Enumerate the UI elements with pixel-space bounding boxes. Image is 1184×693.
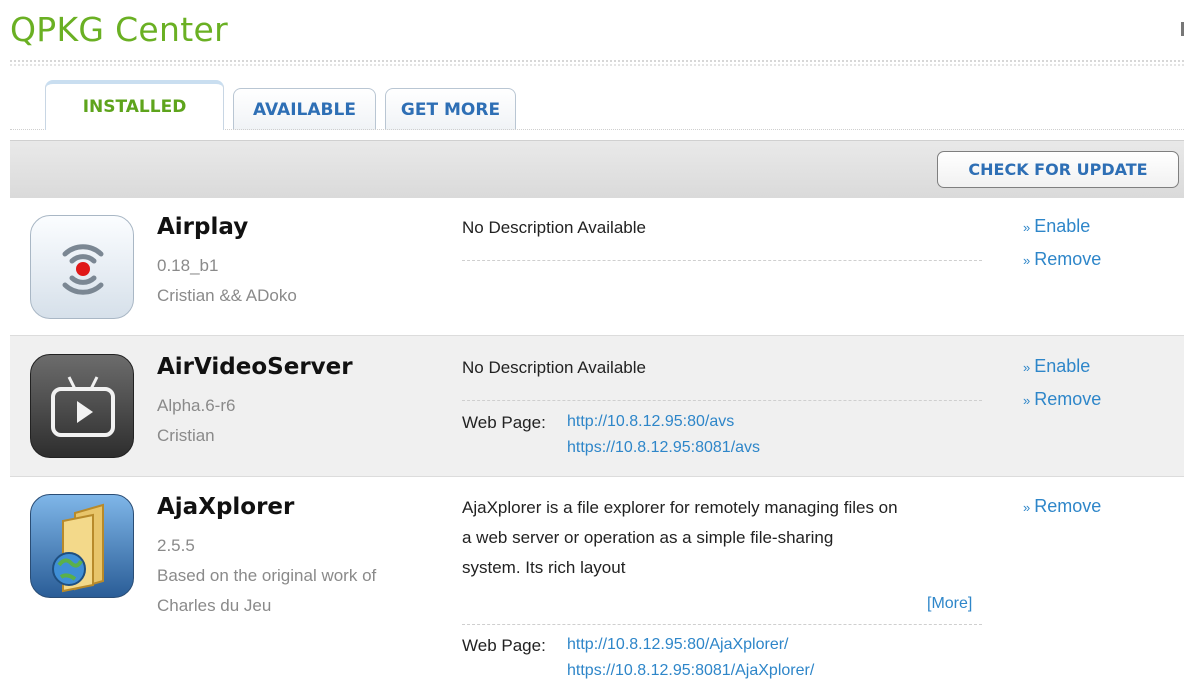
tab-installed[interactable]: INSTALLED <box>45 80 224 130</box>
folder-globe-icon <box>30 494 134 598</box>
app-version: 0.18_b1 <box>157 256 219 275</box>
web-page-link[interactable]: https://10.8.12.95:8081/AjaXplorer/ <box>567 662 814 680</box>
airplay-icon <box>30 215 134 319</box>
remove-link[interactable]: » Remove <box>1023 389 1101 410</box>
web-page-link[interactable]: https://10.8.12.95:8081/avs <box>567 439 760 457</box>
chevron-right-icon: » <box>1023 393 1031 408</box>
description-divider <box>462 624 982 625</box>
app-description: a web server or operation as a simple fi… <box>462 528 834 547</box>
web-page-link[interactable]: http://10.8.12.95:80/avs <box>567 413 734 431</box>
tv-play-icon <box>30 354 134 458</box>
app-description: No Description Available <box>462 358 646 377</box>
app-description: AjaXplorer is a file explorer for remote… <box>462 498 898 517</box>
app-version: Alpha.6-r6 <box>157 396 236 415</box>
page-title: QPKG Center <box>10 10 228 49</box>
tab-get-more[interactable]: GET MORE <box>385 88 516 130</box>
web-page-label: Web Page: <box>462 636 546 655</box>
title-divider <box>10 60 1184 62</box>
app-name: AjaXplorer <box>157 494 295 520</box>
app-name: AirVideoServer <box>157 354 353 380</box>
app-description: No Description Available <box>462 218 646 237</box>
chevron-right-icon: » <box>1023 500 1031 515</box>
tab-available[interactable]: AVAILABLE <box>233 88 376 130</box>
enable-link[interactable]: » Enable <box>1023 216 1090 237</box>
app-author: Based on the original work of <box>157 566 377 585</box>
remove-link[interactable]: » Remove <box>1023 249 1101 270</box>
description-divider <box>462 400 982 401</box>
chevron-right-icon: » <box>1023 253 1031 268</box>
app-version: 2.5.5 <box>157 536 195 555</box>
app-description: system. Its rich layout <box>462 558 626 577</box>
app-name: Airplay <box>157 214 249 240</box>
app-author: Cristian <box>157 426 215 445</box>
chevron-right-icon: » <box>1023 360 1031 375</box>
description-divider <box>462 260 982 261</box>
title-divider-secondary <box>10 64 1184 66</box>
chevron-right-icon: » <box>1023 220 1031 235</box>
app-author: Cristian && ADoko <box>157 286 297 305</box>
web-page-label: Web Page: <box>462 413 546 432</box>
check-for-update-button[interactable]: CHECK FOR UPDATE <box>937 151 1179 188</box>
enable-link[interactable]: » Enable <box>1023 356 1090 377</box>
more-link[interactable]: [More] <box>927 595 972 613</box>
remove-link[interactable]: » Remove <box>1023 496 1101 517</box>
app-author: Charles du Jeu <box>157 596 272 615</box>
web-page-link[interactable]: http://10.8.12.95:80/AjaXplorer/ <box>567 636 788 654</box>
